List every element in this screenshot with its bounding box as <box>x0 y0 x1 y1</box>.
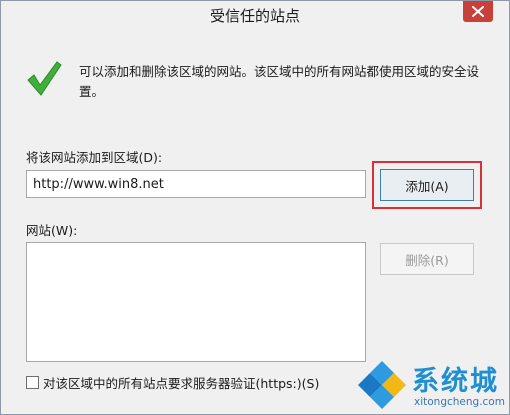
xitongcheng-logo <box>358 361 406 409</box>
sites-label: 网站(W): <box>26 223 78 238</box>
dialog-content: 可以添加和删除该区域的网站。该区域中的所有网站都使用区域的安全设置。 将该网站添… <box>9 32 499 408</box>
close-icon <box>472 6 484 17</box>
https-checkbox[interactable] <box>26 375 39 389</box>
add-button[interactable]: 添加(A) <box>380 169 474 201</box>
info-text: 可以添加和删除该区域的网站。该区域中的所有网站都使用区域的安全设置。 <box>79 64 480 99</box>
window-title: 受信任的站点 <box>209 7 300 25</box>
watermark-url: xitongcheng.com <box>414 396 505 408</box>
watermark: 系统城 xitongcheng.com <box>356 355 510 415</box>
https-label: 对该区域中的所有站点要求服务器验证(https:)(S) <box>43 375 320 391</box>
add-site-label: 将该网站添加到区域(D): <box>26 150 163 165</box>
sites-list[interactable] <box>26 242 366 362</box>
close-button[interactable] <box>463 1 493 22</box>
trusted-sites-dialog: 受信任的站点 可以添加和删除该区域的网站。该区域中的所有网站都使用区域的安全设置… <box>0 0 510 415</box>
title-bar: 受信任的站点 <box>1 1 509 32</box>
check-icon <box>27 61 62 96</box>
site-url-input[interactable] <box>26 170 366 198</box>
https-option[interactable]: 对该区域中的所有站点要求服务器验证(https:)(S) <box>26 373 319 391</box>
watermark-brand: 系统城 <box>412 366 499 397</box>
remove-button: 删除(R) <box>380 243 474 275</box>
